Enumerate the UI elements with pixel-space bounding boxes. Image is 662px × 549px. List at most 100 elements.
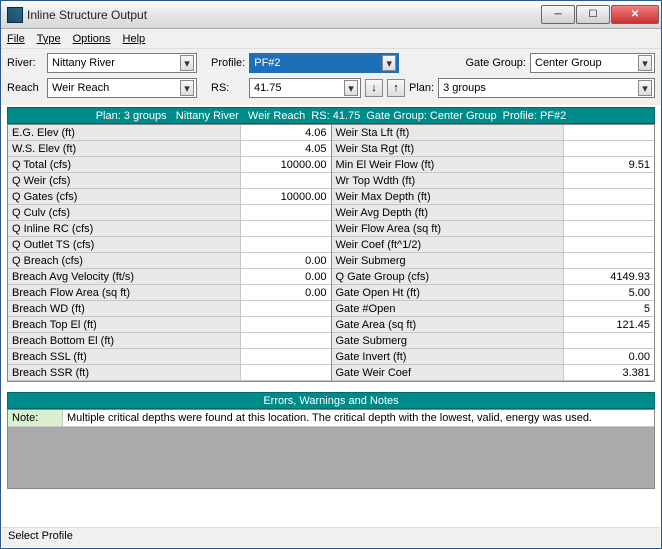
left-val xyxy=(241,317,331,333)
rs-down-button[interactable]: ↓ xyxy=(365,79,383,97)
right-val: 9.51 xyxy=(564,157,654,173)
table-row[interactable]: E.G. Elev (ft)4.06 xyxy=(8,125,331,141)
table-row[interactable]: Breach SSR (ft) xyxy=(8,365,331,381)
right-val: 5 xyxy=(564,301,654,317)
right-val xyxy=(564,141,654,157)
profile-combo[interactable]: PF#2▾ xyxy=(249,53,399,73)
table-row[interactable]: Breach SSL (ft) xyxy=(8,349,331,365)
table-row[interactable]: Q Gates (cfs)10000.00 xyxy=(8,189,331,205)
table-row[interactable]: Breach Flow Area (sq ft)0.00 xyxy=(8,285,331,301)
chevron-down-icon: ▾ xyxy=(180,80,194,96)
table-row[interactable]: Q Culv (cfs) xyxy=(8,205,331,221)
table-row[interactable]: Breach Bottom El (ft) xyxy=(8,333,331,349)
table-row[interactable]: Breach Top El (ft) xyxy=(8,317,331,333)
right-val xyxy=(564,221,654,237)
left-key: Breach SSL (ft) xyxy=(8,349,241,365)
left-val: 0.00 xyxy=(241,269,331,285)
table-row[interactable]: Gate Weir Coef3.381 xyxy=(332,365,655,381)
rs-label: RS: xyxy=(211,82,245,94)
gategroup-value: Center Group xyxy=(535,57,638,69)
menu-type[interactable]: Type xyxy=(37,33,61,45)
left-val xyxy=(241,221,331,237)
chevron-down-icon: ▾ xyxy=(638,55,652,71)
right-val xyxy=(564,205,654,221)
gategroup-label: Gate Group: xyxy=(465,57,526,69)
right-key: Weir Max Depth (ft) xyxy=(332,189,565,205)
minimize-button[interactable]: ─ xyxy=(541,5,575,24)
menu-options[interactable]: Options xyxy=(73,33,111,45)
table-row[interactable]: Breach WD (ft) xyxy=(8,301,331,317)
close-button[interactable]: ✕ xyxy=(611,5,659,24)
menu-file[interactable]: File xyxy=(7,33,25,45)
table-row[interactable]: Gate Submerg xyxy=(332,333,655,349)
chevron-down-icon: ▾ xyxy=(382,55,396,71)
gategroup-combo[interactable]: Center Group▾ xyxy=(530,53,655,73)
menu-help[interactable]: Help xyxy=(123,33,146,45)
table-row[interactable]: Weir Submerg xyxy=(332,253,655,269)
profile-label: Profile: xyxy=(211,57,245,69)
left-table: E.G. Elev (ft)4.06W.S. Elev (ft)4.05Q To… xyxy=(7,124,332,382)
table-row[interactable]: Wr Top Wdth (ft) xyxy=(332,173,655,189)
errors-panel[interactable]: Note:Multiple critical depths were found… xyxy=(7,409,655,489)
left-key: Q Outlet TS (cfs) xyxy=(8,237,241,253)
river-combo[interactable]: Nittany River▾ xyxy=(47,53,197,73)
right-key: Weir Sta Rgt (ft) xyxy=(332,141,565,157)
right-key: Gate #Open xyxy=(332,301,565,317)
errors-header: Errors, Warnings and Notes xyxy=(7,392,655,409)
error-kind: Note: xyxy=(8,410,63,427)
chevron-down-icon: ▾ xyxy=(180,55,194,71)
maximize-button[interactable]: ☐ xyxy=(576,5,610,24)
table-row[interactable]: Gate Open Ht (ft)5.00 xyxy=(332,285,655,301)
table-row[interactable]: Weir Coef (ft^1/2) xyxy=(332,237,655,253)
left-key: Q Weir (cfs) xyxy=(8,173,241,189)
table-row[interactable]: Weir Sta Lft (ft) xyxy=(332,125,655,141)
right-val xyxy=(564,189,654,205)
reach-label: Reach xyxy=(7,82,43,94)
left-val xyxy=(241,349,331,365)
left-val: 4.06 xyxy=(241,125,331,141)
table-row[interactable]: Q Breach (cfs)0.00 xyxy=(8,253,331,269)
table-row[interactable]: Weir Avg Depth (ft) xyxy=(332,205,655,221)
left-val xyxy=(241,205,331,221)
left-val xyxy=(241,301,331,317)
table-row[interactable]: Weir Flow Area (sq ft) xyxy=(332,221,655,237)
right-key: Gate Open Ht (ft) xyxy=(332,285,565,301)
table-row[interactable]: Gate #Open5 xyxy=(332,301,655,317)
left-key: Q Gates (cfs) xyxy=(8,189,241,205)
left-val: 4.05 xyxy=(241,141,331,157)
rs-value: 41.75 xyxy=(254,82,344,94)
table-row[interactable]: Gate Invert (ft)0.00 xyxy=(332,349,655,365)
table-row[interactable]: W.S. Elev (ft)4.05 xyxy=(8,141,331,157)
reach-value: Weir Reach xyxy=(52,82,180,94)
left-key: E.G. Elev (ft) xyxy=(8,125,241,141)
table-row[interactable]: Q Total (cfs)10000.00 xyxy=(8,157,331,173)
rs-combo[interactable]: 41.75▾ xyxy=(249,78,361,98)
left-val xyxy=(241,173,331,189)
table-row[interactable]: Q Weir (cfs) xyxy=(8,173,331,189)
right-key: Q Gate Group (cfs) xyxy=(332,269,565,285)
left-val xyxy=(241,333,331,349)
right-key: Min El Weir Flow (ft) xyxy=(332,157,565,173)
river-value: Nittany River xyxy=(52,57,180,69)
table-row[interactable]: Q Inline RC (cfs) xyxy=(8,221,331,237)
table-row[interactable]: Q Outlet TS (cfs) xyxy=(8,237,331,253)
titlebar[interactable]: Inline Structure Output ─ ☐ ✕ xyxy=(1,1,661,29)
left-key: Breach SSR (ft) xyxy=(8,365,241,381)
plan-combo[interactable]: 3 groups▾ xyxy=(438,78,655,98)
right-key: Weir Coef (ft^1/2) xyxy=(332,237,565,253)
table-row[interactable]: Min El Weir Flow (ft)9.51 xyxy=(332,157,655,173)
left-key: Breach Bottom El (ft) xyxy=(8,333,241,349)
right-key: Gate Weir Coef xyxy=(332,365,565,381)
right-key: Weir Flow Area (sq ft) xyxy=(332,221,565,237)
left-val xyxy=(241,237,331,253)
table-row[interactable]: Weir Max Depth (ft) xyxy=(332,189,655,205)
table-row[interactable]: Breach Avg Velocity (ft/s)0.00 xyxy=(8,269,331,285)
reach-combo[interactable]: Weir Reach▾ xyxy=(47,78,197,98)
right-key: Weir Sta Lft (ft) xyxy=(332,125,565,141)
table-row[interactable]: Gate Area (sq ft)121.45 xyxy=(332,317,655,333)
rs-up-button[interactable]: ↑ xyxy=(387,79,405,97)
right-val: 4149.93 xyxy=(564,269,654,285)
right-key: Weir Submerg xyxy=(332,253,565,269)
table-row[interactable]: Weir Sta Rgt (ft) xyxy=(332,141,655,157)
table-row[interactable]: Q Gate Group (cfs)4149.93 xyxy=(332,269,655,285)
